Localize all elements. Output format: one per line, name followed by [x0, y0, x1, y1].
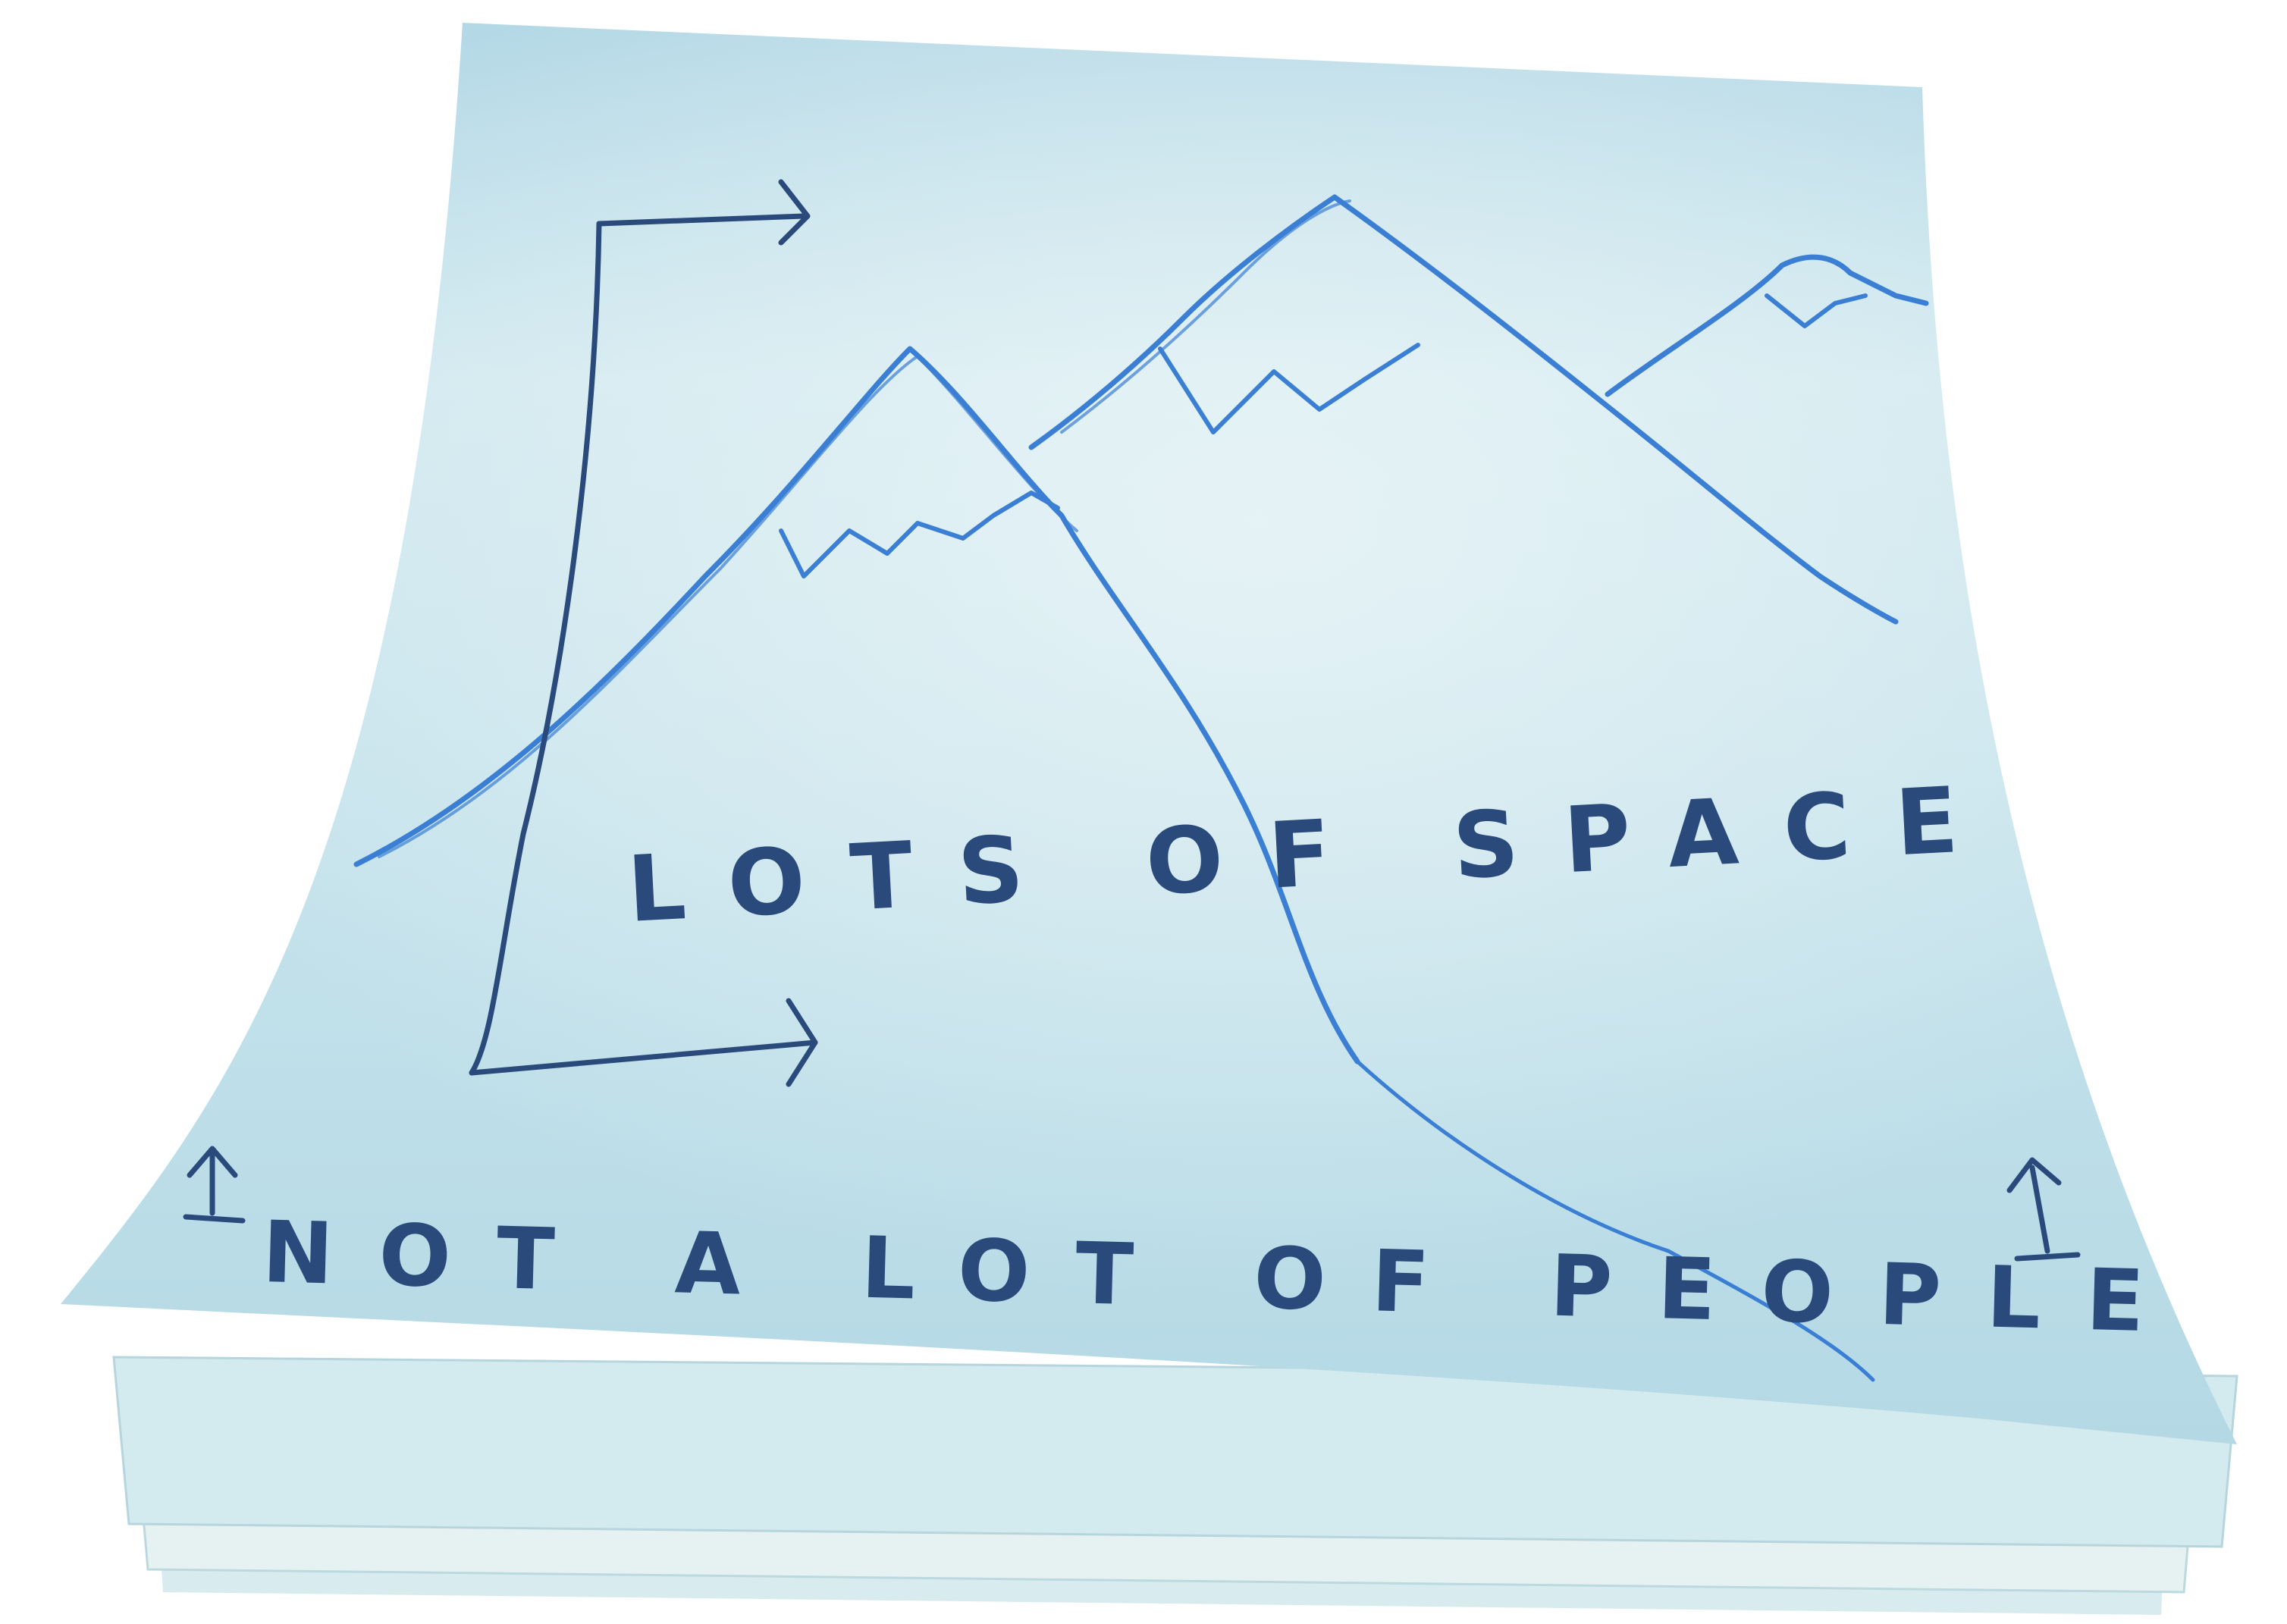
sticky-note-photo: LOTS OF SPACE NOT A LOT OF PEOPLE — [61, 23, 2238, 1615]
